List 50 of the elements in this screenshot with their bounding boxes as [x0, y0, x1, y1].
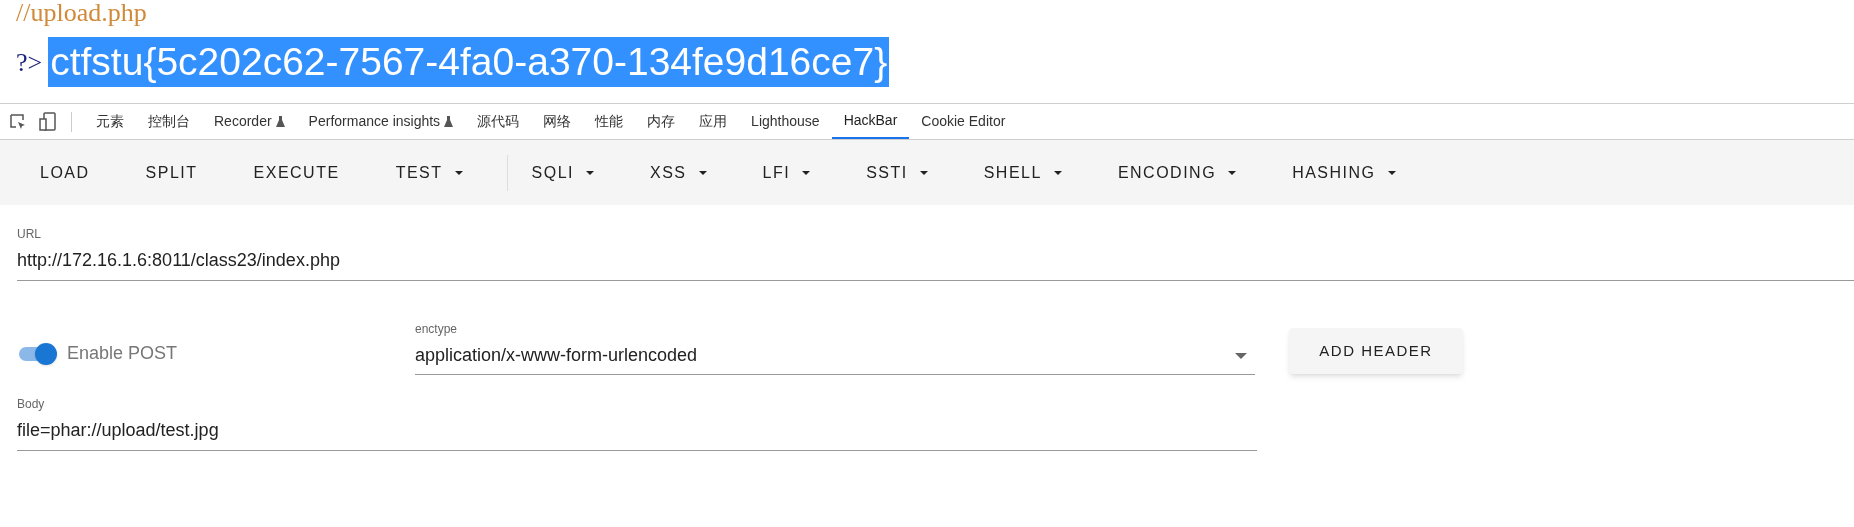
inspect-icon[interactable]: [9, 112, 27, 131]
devtools-tab[interactable]: 控制台: [136, 104, 202, 139]
toolbar-button[interactable]: SQLI: [513, 152, 612, 193]
dropdown-arrow-icon: [1235, 352, 1247, 359]
enable-post-toggle[interactable]: [17, 342, 57, 365]
devtools-tab[interactable]: Performance insights: [296, 104, 466, 139]
caret-icon: [802, 170, 811, 175]
body-value: file=phar://upload/test.jpg: [17, 419, 220, 442]
php-close-tag: ?>: [16, 42, 43, 82]
devtools-tab[interactable]: 网络: [531, 104, 584, 139]
toolbar-button[interactable]: EXECUTE: [235, 152, 358, 193]
add-header-button[interactable]: ADD HEADER: [1289, 328, 1463, 374]
toolbar-button[interactable]: SPLIT: [127, 152, 216, 193]
caret-icon: [1053, 170, 1062, 175]
enctype-select[interactable]: enctype application/x-www-form-urlencoded: [415, 320, 1255, 375]
toolbar-button[interactable]: ENCODING: [1099, 152, 1255, 193]
devtools-tab[interactable]: 内存: [635, 104, 688, 139]
code-comment: //upload.php: [16, 0, 147, 26]
body-field[interactable]: Body file=phar://upload/test.jpg: [17, 395, 1257, 451]
toolbar-button[interactable]: XSS: [632, 152, 725, 193]
enctype-value: application/x-www-form-urlencoded: [415, 344, 698, 367]
toolbar-button[interactable]: HASHING: [1274, 152, 1414, 193]
devtools-tab[interactable]: Cookie Editor: [909, 104, 1018, 139]
devtools-tab[interactable]: 元素: [84, 104, 136, 139]
devtools-tab[interactable]: 源代码: [465, 104, 532, 139]
toolbar-button[interactable]: LOAD: [22, 152, 108, 193]
devtools-tab[interactable]: Lighthouse: [739, 104, 832, 139]
toolbar-button[interactable]: TEST: [377, 152, 481, 193]
caret-icon: [454, 170, 463, 175]
enctype-label: enctype: [415, 321, 459, 338]
caret-icon: [1387, 170, 1396, 175]
url-label: URL: [17, 226, 42, 243]
toolbar-button[interactable]: LFI: [744, 152, 829, 193]
body-label: Body: [17, 396, 46, 413]
devtools-tab[interactable]: 应用: [687, 104, 740, 139]
devtools-tab[interactable]: Recorder: [202, 104, 297, 139]
enable-post-label: Enable POST: [67, 342, 178, 365]
caret-icon: [586, 170, 594, 175]
flask-icon: [444, 116, 454, 127]
caret-icon: [698, 170, 707, 175]
flask-icon: [275, 116, 285, 127]
device-icon[interactable]: [39, 111, 57, 132]
url-value: http://172.16.1.6:8011/class23/index.php: [17, 249, 341, 272]
toolbar-button[interactable]: SSTI: [848, 152, 946, 193]
caret-icon: [1228, 170, 1237, 175]
url-field[interactable]: URL http://172.16.1.6:8011/class23/index.php: [17, 225, 1854, 281]
caret-icon: [919, 170, 928, 175]
devtools-tab[interactable]: 性能: [583, 104, 636, 139]
flag-output: ctfstu{5c202c62-7567-4fa0-a370-134fe9d16ce7}: [48, 37, 890, 87]
toolbar-button[interactable]: SHELL: [965, 152, 1080, 193]
